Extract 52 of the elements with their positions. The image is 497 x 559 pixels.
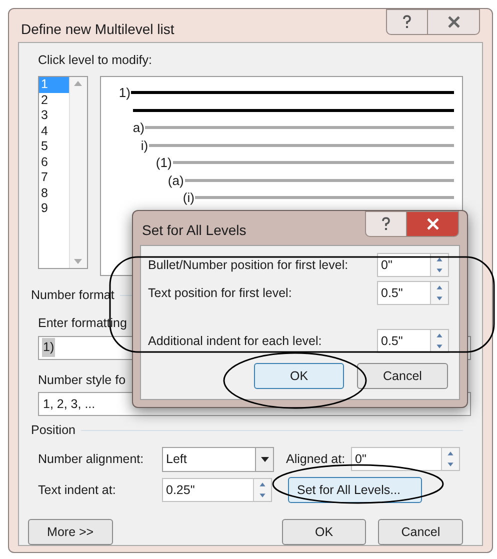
help-icon (402, 15, 412, 29)
level-item[interactable]: 6 (39, 154, 69, 170)
indent-label: Text indent at: (38, 482, 117, 499)
dropdown-arrow-icon (260, 456, 268, 462)
sub-field-label: Additional indent for each level: (148, 332, 322, 350)
level-item[interactable]: 7 (39, 170, 69, 186)
preview-number: (i) (182, 191, 194, 204)
sub-field-label: Bullet/Number position for first level: (148, 256, 348, 274)
sub-field-input[interactable]: 0.5" (377, 329, 449, 353)
indent-field[interactable]: 0.25" (162, 478, 272, 502)
spin-buttons[interactable] (430, 330, 448, 352)
sub-field-input[interactable]: 0.5" (377, 281, 449, 305)
level-item[interactable]: 8 (39, 186, 69, 201)
style-label: Number style fo (38, 372, 126, 389)
set-all-levels-button[interactable]: Set for All Levels... (288, 477, 422, 503)
window-title: Define new Multilevel list (21, 20, 174, 39)
scrollbar[interactable] (68, 77, 87, 268)
scroll-down-icon (74, 259, 82, 264)
sub-field-label: Text position for first level: (148, 284, 292, 302)
close-icon (426, 218, 440, 230)
aligned-at-label: Aligned at: (286, 450, 346, 468)
ok-button[interactable]: OK (282, 519, 366, 545)
close-icon (446, 16, 460, 28)
scroll-up-icon (74, 81, 82, 86)
format-value: 1) (42, 338, 56, 357)
more-button[interactable]: More >> (28, 519, 113, 545)
aligned-at-field[interactable]: 0" (351, 447, 460, 471)
level-item[interactable]: 9 (39, 201, 69, 216)
cancel-button[interactable]: Cancel (378, 519, 464, 545)
sub-ok-button[interactable]: OK (254, 363, 344, 389)
sub-field-input[interactable]: 0" (377, 253, 449, 277)
help-button[interactable] (365, 211, 407, 237)
help-icon (381, 217, 391, 231)
close-button[interactable] (428, 9, 480, 35)
help-button[interactable] (386, 9, 428, 35)
position-heading: Position (31, 422, 76, 440)
preview-number: i) (140, 138, 148, 152)
level-item[interactable]: 3 (39, 108, 69, 124)
preview-number: (1) (156, 156, 172, 169)
level-item[interactable]: 5 (39, 139, 69, 154)
alignment-dropdown[interactable]: Left (162, 446, 274, 472)
level-item[interactable]: 2 (39, 92, 69, 108)
preview-number: 1) (118, 86, 130, 99)
spin-buttons[interactable] (430, 254, 448, 276)
close-button[interactable] (407, 211, 459, 237)
sub-cancel-button[interactable]: Cancel (357, 363, 448, 389)
sub-dialog-title: Set for All Levels (142, 221, 246, 240)
preview-number: (a) (168, 174, 184, 186)
preview-number: a) (132, 121, 144, 134)
level-item[interactable]: 4 (39, 124, 69, 139)
level-prompt: Click level to modify: (38, 52, 153, 70)
alignment-label: Number alignment: (38, 450, 145, 468)
